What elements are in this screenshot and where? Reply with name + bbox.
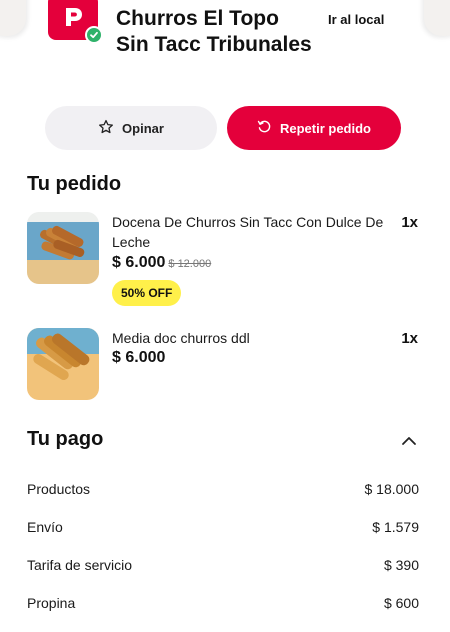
payment-row-service-fee: Tarifa de servicio $ 390	[27, 557, 419, 573]
payment-value: $ 1.579	[372, 519, 419, 535]
product-name: Media doc churros ddl	[112, 330, 250, 346]
store-name: Churros El Topo Sin Tacc Tribunales	[116, 7, 312, 56]
payment-label: Envío	[27, 519, 63, 535]
payment-label: Tarifa de servicio	[27, 557, 133, 573]
price-row: $ 6.000	[112, 349, 165, 367]
store-header: Churros El Topo Sin Tacc Tribunales Ir a…	[0, 0, 450, 96]
payment-section-title: Tu pago	[27, 428, 104, 450]
price-row: $ 6.000 $ 12.000	[112, 254, 211, 272]
review-button[interactable]: Opinar	[45, 106, 217, 150]
payment-value: $ 18.000	[364, 481, 420, 497]
payment-row-shipping: Envío $ 1.579	[27, 519, 419, 535]
order-section-title: Tu pedido	[27, 173, 122, 195]
payment-row-products: Productos $ 18.000	[27, 481, 419, 497]
product-image	[27, 212, 99, 284]
product-quantity: 1x	[401, 330, 418, 347]
payment-value: $ 600	[383, 595, 419, 611]
check-circle-icon	[85, 26, 103, 44]
product-image	[27, 328, 99, 400]
product-price: $ 6.000	[112, 254, 166, 271]
previous-card-edge	[0, 0, 26, 36]
order-item[interactable]: Docena De Churros Sin Tacc Con Dulce De …	[27, 212, 422, 312]
refresh-icon	[257, 119, 272, 137]
repeat-order-label: Repetir pedido	[279, 120, 371, 136]
store-logo	[48, 0, 103, 44]
order-item[interactable]: Media doc churros ddl 1x $ 6.000	[27, 328, 422, 400]
product-original-price: $ 12.000	[168, 258, 212, 270]
repeat-order-button[interactable]: Repetir pedido	[227, 106, 401, 150]
go-to-store-link[interactable]: Ir al local	[328, 12, 384, 27]
discount-badge: 50% OFF	[112, 280, 182, 306]
payment-label: Productos	[27, 481, 91, 497]
product-price: $ 6.000	[112, 349, 166, 366]
product-name: Docena De Churros Sin Tacc Con Dulce De …	[112, 214, 384, 250]
chevron-up-icon[interactable]	[398, 432, 420, 450]
payment-row-tip: Propina $ 600	[27, 595, 419, 611]
payment-label: Propina	[27, 595, 76, 611]
product-quantity: 1x	[401, 214, 418, 231]
payment-value: $ 390	[383, 557, 419, 573]
star-outline-icon	[98, 119, 114, 138]
next-card-edge	[424, 0, 450, 36]
order-actions: Opinar Repetir pedido	[45, 106, 401, 150]
review-button-label: Opinar	[122, 120, 164, 136]
